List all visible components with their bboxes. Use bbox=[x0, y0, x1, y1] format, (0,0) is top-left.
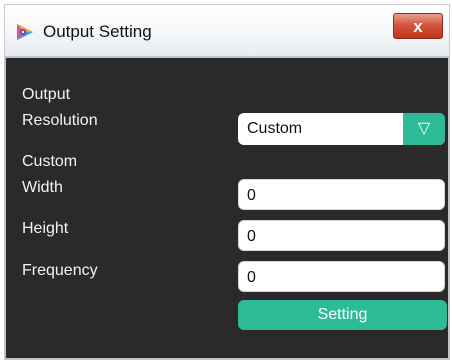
window-title: Output Setting bbox=[43, 22, 152, 41]
close-button[interactable]: x bbox=[393, 13, 443, 39]
resolution-dropdown-button[interactable]: ▽ bbox=[403, 113, 445, 145]
settings-panel: Output Resolution Custom ▽ Custom Width … bbox=[4, 56, 450, 360]
resolution-select-value: Custom bbox=[247, 120, 303, 137]
output-label: Output bbox=[22, 86, 71, 103]
height-field[interactable]: 0 bbox=[238, 220, 445, 251]
setting-button[interactable]: Setting bbox=[238, 300, 447, 330]
output-setting-window: Output Setting x Output Resolution Custo… bbox=[4, 4, 450, 360]
app-logo-icon bbox=[15, 22, 35, 42]
frequency-label: Frequency bbox=[22, 262, 98, 279]
resolution-label: Resolution bbox=[22, 112, 98, 129]
custom-label: Custom bbox=[22, 153, 78, 170]
resolution-select[interactable]: Custom ▽ bbox=[238, 113, 445, 145]
close-icon: x bbox=[413, 16, 423, 36]
title-bar[interactable]: Output Setting x bbox=[4, 4, 450, 56]
triangle-down-icon: ▽ bbox=[417, 120, 431, 137]
height-label: Height bbox=[22, 220, 69, 237]
width-label: Width bbox=[22, 179, 63, 196]
width-field[interactable]: 0 bbox=[238, 179, 445, 210]
frequency-field[interactable]: 0 bbox=[238, 261, 445, 292]
